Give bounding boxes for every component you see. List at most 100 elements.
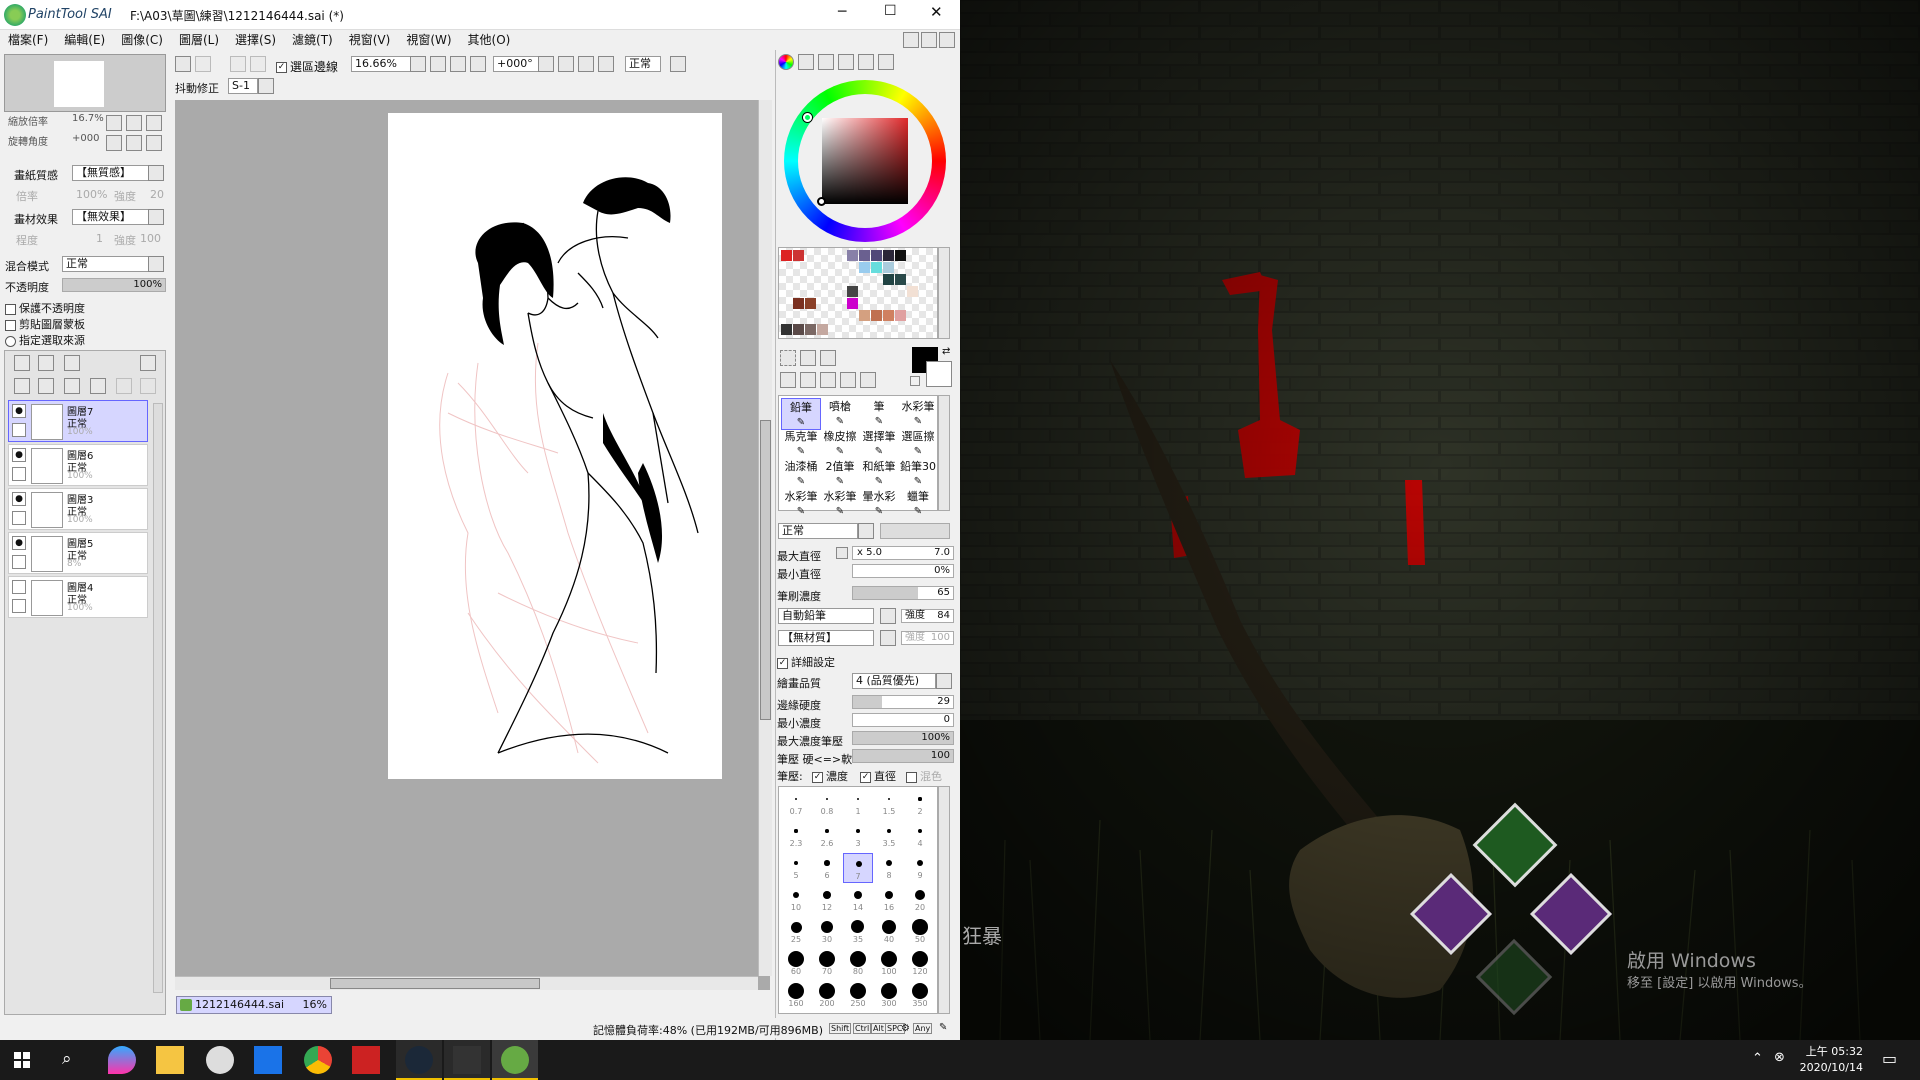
new-linework-layer-icon[interactable] <box>38 355 54 371</box>
min-density-slider[interactable]: 0 <box>852 713 954 727</box>
preserve-opacity-checkbox[interactable]: 保護不透明度 <box>5 300 85 316</box>
brush-size-cell[interactable]: 120 <box>905 949 935 979</box>
swatch-red-2[interactable] <box>793 250 804 261</box>
zoom-in-button[interactable] <box>450 56 466 72</box>
rotate-right-icon[interactable] <box>578 56 594 72</box>
mask-icon[interactable] <box>140 355 156 371</box>
rect-select-icon[interactable] <box>780 350 796 366</box>
flip-view-icon[interactable] <box>670 56 686 72</box>
rotate-reset-icon[interactable] <box>598 56 614 72</box>
new-layer-icon[interactable] <box>14 355 30 371</box>
move-icon[interactable] <box>780 372 796 388</box>
close-button[interactable]: ✕ <box>930 3 943 21</box>
start-icon[interactable] <box>14 1052 30 1068</box>
size-grid-scrollbar[interactable] <box>938 786 950 1014</box>
canvas-horizontal-scrollbar[interactable] <box>175 976 758 990</box>
nav-zoom-reset-button[interactable] <box>146 115 162 131</box>
brush-size-cell[interactable]: 2.6 <box>812 821 842 851</box>
brush-size-cell[interactable]: 300 <box>874 981 904 1011</box>
lock-icon[interactable] <box>12 511 26 525</box>
zoom-dropdown-icon[interactable] <box>410 56 426 72</box>
eye-icon[interactable]: ● <box>12 448 26 462</box>
sv-cursor-icon[interactable] <box>817 197 826 206</box>
menu-other[interactable]: 其他(O) <box>460 30 519 50</box>
swatch-brown-1[interactable] <box>793 298 804 309</box>
swatch-panel[interactable] <box>778 247 938 339</box>
eye-icon[interactable]: ● <box>12 536 26 550</box>
brush-tool-cell[interactable]: 和紙筆 ✎ <box>859 458 899 490</box>
undo-icon[interactable] <box>175 56 191 72</box>
brush-size-cell[interactable]: 5 <box>781 853 811 883</box>
brush-size-cell[interactable]: 160 <box>781 981 811 1011</box>
swatch-teal-dark-1[interactable] <box>883 274 894 285</box>
swatch-violet-4[interactable] <box>883 250 894 261</box>
brush-tool-cell[interactable]: 鉛筆 ✎ <box>781 398 821 430</box>
swatch-taupe-3[interactable] <box>817 324 828 335</box>
max-size-slider[interactable]: x 5.0 7.0 <box>852 546 954 560</box>
brush-size-cell[interactable]: 2.3 <box>781 821 811 851</box>
brush-tool-cell[interactable]: 暈水彩 ✎ <box>859 488 899 520</box>
blend-mode-dropdown-icon[interactable] <box>148 256 164 272</box>
brush-size-cell[interactable]: 3 <box>843 821 873 851</box>
pressure-density-checkbox[interactable]: ✓ 濃度 <box>812 768 848 784</box>
horizontal-scroll-thumb[interactable] <box>330 978 540 989</box>
density-slider[interactable]: 65 <box>852 586 954 600</box>
brush-shape-select[interactable]: 自動鉛筆 <box>778 608 874 624</box>
brush-tool-cell[interactable]: 水彩筆 ✎ <box>820 488 860 520</box>
brush-tool-cell[interactable]: 鉛筆30 ✎ <box>898 458 938 490</box>
menu-select[interactable]: 選擇(S) <box>227 30 284 50</box>
brush-size-cell[interactable]: 12 <box>812 885 842 915</box>
menu-file[interactable]: 檔案(F) <box>0 30 56 50</box>
swatch-tab-icon[interactable] <box>858 54 874 70</box>
invert-selection-icon[interactable] <box>250 56 266 72</box>
document-tab[interactable]: 1212146444.sai 16% <box>176 996 332 1014</box>
redo-icon[interactable] <box>195 56 211 72</box>
layer-extra2-icon[interactable] <box>140 378 156 394</box>
transfer-down-icon[interactable] <box>14 378 30 394</box>
layer-extra-icon[interactable] <box>116 378 132 394</box>
game-window[interactable]: 狂暴 啟用 Windows 移至 [設定] 以啟用 Windows。 <box>960 0 1920 1041</box>
view-blend-field[interactable]: 正常 <box>625 56 661 72</box>
nav-rotate-left-icon[interactable] <box>106 135 122 151</box>
paint-palette-icon[interactable] <box>206 1046 234 1074</box>
swatch-tan-3[interactable] <box>883 310 894 321</box>
swatch-teal-dark-2[interactable] <box>895 274 906 285</box>
brush-size-cell[interactable]: 1 <box>843 789 873 819</box>
zoom-reset-button[interactable] <box>470 56 486 72</box>
eye-icon[interactable] <box>12 580 26 594</box>
vertical-scroll-thumb[interactable] <box>760 420 771 720</box>
brush-tool-cell[interactable]: 選區擦 ✎ <box>898 428 938 460</box>
drawing-canvas[interactable] <box>388 113 722 779</box>
swatch-violet-1[interactable] <box>847 250 858 261</box>
saturation-value-square[interactable] <box>822 118 908 204</box>
lock-icon[interactable] <box>12 555 26 569</box>
minimize-button[interactable]: ─ <box>838 4 846 20</box>
swatch-tan-2[interactable] <box>871 310 882 321</box>
nav-rotate-reset-icon[interactable] <box>146 135 162 151</box>
delete-layer-icon[interactable] <box>90 378 106 394</box>
brush-size-cell[interactable]: 50 <box>905 917 935 947</box>
brush-size-cell[interactable]: 40 <box>874 917 904 947</box>
chrome-icon[interactable] <box>304 1046 332 1074</box>
effect-select[interactable]: 【無效果】 <box>72 209 152 225</box>
swatch-charcoal[interactable] <box>781 324 792 335</box>
brush-size-cell[interactable]: 80 <box>843 949 873 979</box>
hsv-slider-tab-icon[interactable] <box>818 54 834 70</box>
brush-size-cell[interactable]: 8 <box>874 853 904 883</box>
swatch-scrollbar[interactable] <box>938 247 950 339</box>
maximize-button[interactable]: ☐ <box>884 3 897 19</box>
nav-zoom-out-button[interactable] <box>106 115 122 131</box>
zoom-out-button[interactable] <box>430 56 446 72</box>
brush-size-cell[interactable]: 4 <box>905 821 935 851</box>
brush-size-cell[interactable]: 200 <box>812 981 842 1011</box>
brush-grid-scrollbar[interactable] <box>938 395 950 511</box>
texture-strength-slider[interactable]: 強度 100 <box>901 631 954 645</box>
shape-strength-slider[interactable]: 強度 84 <box>901 609 954 623</box>
clipping-checkbox[interactable]: 剪貼圖層蒙板 <box>5 316 85 332</box>
layer-item[interactable]: 圖層4 正常 100% <box>8 576 148 618</box>
tray-time[interactable]: 上午 05:32 <box>1797 1043 1863 1059</box>
brush-tool-cell[interactable]: 橡皮擦 ✎ <box>820 428 860 460</box>
eyedropper-icon[interactable] <box>860 372 876 388</box>
swatch-cyan-3[interactable] <box>883 262 894 273</box>
max-pressure-slider[interactable]: 100% <box>852 731 954 745</box>
